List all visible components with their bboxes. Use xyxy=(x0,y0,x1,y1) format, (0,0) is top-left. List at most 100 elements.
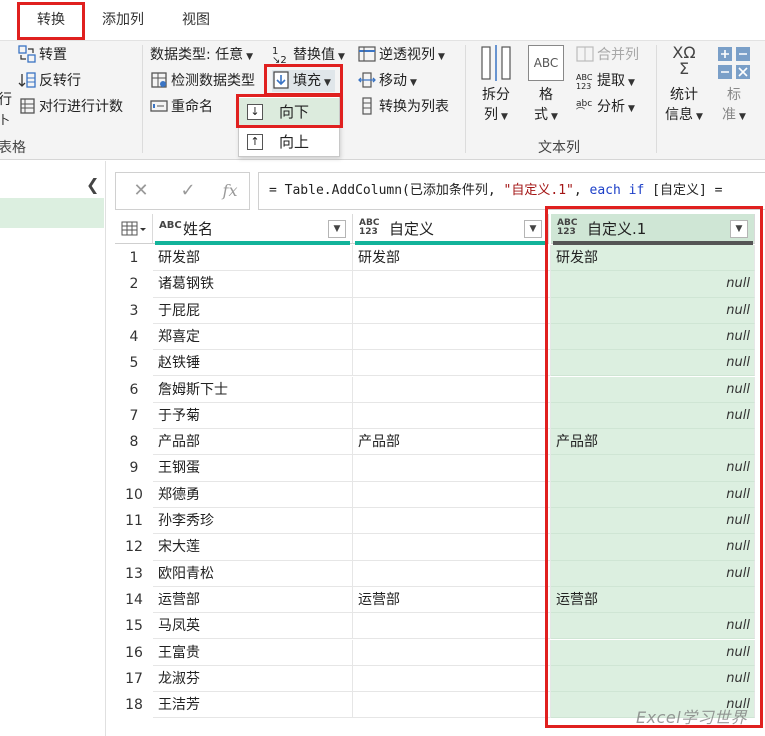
table-cell[interactable]: 马凤英 xyxy=(153,613,353,640)
table-cell[interactable]: 王富贵 xyxy=(153,639,353,666)
cancel-icon[interactable]: ✕ xyxy=(125,174,157,208)
row-number[interactable]: 8 xyxy=(115,429,153,455)
row-number[interactable]: 11 xyxy=(115,508,153,534)
row-number[interactable]: 7 xyxy=(115,403,153,429)
row-number[interactable]: 3 xyxy=(115,298,153,324)
tab-fragment-left[interactable]: ﾠ xyxy=(0,0,11,40)
table-cell[interactable]: . xyxy=(353,534,551,561)
column-filter-dropdown[interactable]: ▼ xyxy=(730,220,748,238)
table-cell[interactable]: 运营部 xyxy=(353,586,551,614)
reverse-rows-button[interactable]: 反转行 xyxy=(18,70,81,92)
table-cell[interactable]: 郑德勇 xyxy=(153,481,353,508)
row-number[interactable]: 4 xyxy=(115,324,153,350)
column-filter-dropdown[interactable]: ▼ xyxy=(524,220,542,238)
table-cell[interactable]: null xyxy=(551,560,755,587)
table-cell[interactable]: 詹姆斯下士 xyxy=(153,376,353,403)
table-cell[interactable]: null xyxy=(551,271,755,298)
row-number[interactable]: 10 xyxy=(115,482,153,508)
selected-query[interactable] xyxy=(0,198,104,228)
table-cell[interactable]: . xyxy=(353,665,551,693)
table-cell[interactable]: . xyxy=(353,455,551,482)
table-cell[interactable]: null xyxy=(551,534,755,561)
parse-button[interactable]: abc ⌒ 分析 ▼ xyxy=(576,96,635,118)
row-number[interactable]: 12 xyxy=(115,534,153,560)
move-button[interactable]: 移动 ▼ xyxy=(358,70,417,92)
table-cell[interactable]: . xyxy=(353,613,551,640)
table-cell[interactable]: 产品部 xyxy=(153,429,353,456)
table-cell[interactable]: 孙李秀珍 xyxy=(153,508,353,535)
row-number[interactable]: 9 xyxy=(115,455,153,481)
row-number[interactable]: 16 xyxy=(115,640,153,666)
convert-to-list-button[interactable]: 转换为列表 xyxy=(358,96,449,118)
table-cell[interactable]: . xyxy=(353,692,551,719)
rename-button[interactable]: 重命名 xyxy=(150,96,213,118)
menu-item-fill-down[interactable]: ↓ 向下 xyxy=(239,98,339,126)
row-number[interactable]: 6 xyxy=(115,377,153,403)
replace-values-button[interactable]: 1 ↘2 替换值 ▼ xyxy=(272,44,345,66)
table-cell[interactable]: null xyxy=(551,402,755,430)
table-cell[interactable]: 于予菊 xyxy=(153,402,353,430)
row-number[interactable]: 2 xyxy=(115,271,153,297)
row-number[interactable]: 15 xyxy=(115,613,153,639)
table-cell[interactable]: null xyxy=(551,350,755,377)
table-cell[interactable]: 产品部 xyxy=(551,429,755,456)
table-cell[interactable]: . xyxy=(353,481,551,508)
table-cell[interactable]: null xyxy=(551,297,755,324)
unpivot-columns-button[interactable]: 逆透视列 ▼ xyxy=(358,44,445,66)
table-cell[interactable]: 运营部 xyxy=(153,586,353,614)
commit-icon[interactable]: ✓ xyxy=(172,174,204,208)
table-cell[interactable]: 郑喜定 xyxy=(153,323,353,351)
row-number[interactable]: 17 xyxy=(115,666,153,692)
format-button[interactable]: ABC 格 式 ▼ xyxy=(524,45,568,127)
row-number[interactable]: 18 xyxy=(115,692,153,718)
column-header-name[interactable]: ABC 姓名 ▼ xyxy=(153,214,353,244)
table-cell[interactable]: null xyxy=(551,508,755,535)
extract-button[interactable]: ABC 123 提取 ▼ xyxy=(576,70,635,92)
table-cell[interactable]: 欧阳青松 xyxy=(153,560,353,587)
statistics-button[interactable]: XΩ Σ 统计 信息 ▼ xyxy=(662,45,706,127)
column-filter-dropdown[interactable]: ▼ xyxy=(328,220,346,238)
tab-add-column[interactable]: 添加列 xyxy=(92,0,154,40)
column-header-custom[interactable]: ABC 123 自定义 ▼ xyxy=(353,214,549,244)
transpose-button[interactable]: 转置 xyxy=(18,44,67,66)
table-cell[interactable]: 研发部 xyxy=(551,245,755,272)
tab-view[interactable]: 视图 xyxy=(168,0,224,40)
table-cell[interactable]: . xyxy=(353,297,551,324)
table-menu-button[interactable] xyxy=(115,214,153,244)
table-cell[interactable]: . xyxy=(353,350,551,377)
menu-item-fill-up[interactable]: ↑ 向上 xyxy=(239,128,339,156)
table-cell[interactable]: . xyxy=(353,323,551,351)
table-cell[interactable]: . xyxy=(353,508,551,535)
table-cell[interactable]: . xyxy=(353,376,551,403)
row-number[interactable]: 1 xyxy=(115,245,153,271)
table-cell[interactable]: 赵铁锤 xyxy=(153,350,353,377)
table-cell[interactable]: 于屁屁 xyxy=(153,297,353,324)
table-cell[interactable]: 王洁芳 xyxy=(153,692,353,719)
table-cell[interactable]: 产品部 xyxy=(353,429,551,456)
table-cell[interactable]: null xyxy=(551,639,755,666)
data-type-dropdown[interactable]: 数据类型: 任意 ▼ xyxy=(150,44,253,66)
tab-transform[interactable]: 转换 xyxy=(22,0,80,40)
count-rows-button[interactable]: 对行进行计数 xyxy=(18,96,123,118)
table-cell[interactable]: . xyxy=(353,560,551,587)
formula-input[interactable]: = Table.AddColumn(已添加条件列, "自定义.1", each … xyxy=(258,172,765,210)
row-number[interactable]: 5 xyxy=(115,350,153,376)
table-cell[interactable]: null xyxy=(551,481,755,508)
table-cell[interactable]: 运营部 xyxy=(551,586,755,614)
table-cell[interactable]: 宋大莲 xyxy=(153,534,353,561)
collapse-pane-icon[interactable]: ❮ xyxy=(86,175,99,194)
detect-data-type-button[interactable]: 检测数据类型 xyxy=(150,70,255,92)
table-cell[interactable]: 诸葛钢铁 xyxy=(153,271,353,298)
table-cell[interactable]: 龙淑芬 xyxy=(153,665,353,693)
fill-button[interactable]: 填充 ▼ xyxy=(272,70,335,92)
table-cell[interactable]: null xyxy=(551,376,755,403)
table-cell[interactable]: 研发部 xyxy=(353,245,551,272)
standard-button[interactable]: 标 准 ▼ xyxy=(712,45,756,127)
column-header-custom-1[interactable]: ABC 123 自定义.1 ▼ xyxy=(551,214,755,244)
row-number[interactable]: 13 xyxy=(115,561,153,587)
table-cell[interactable]: . xyxy=(353,271,551,298)
row-number[interactable]: 14 xyxy=(115,587,153,613)
table-cell[interactable]: 王钢蛋 xyxy=(153,455,353,482)
table-cell[interactable]: null xyxy=(551,455,755,482)
split-column-button[interactable]: 拆分 列 ▼ xyxy=(474,45,518,127)
